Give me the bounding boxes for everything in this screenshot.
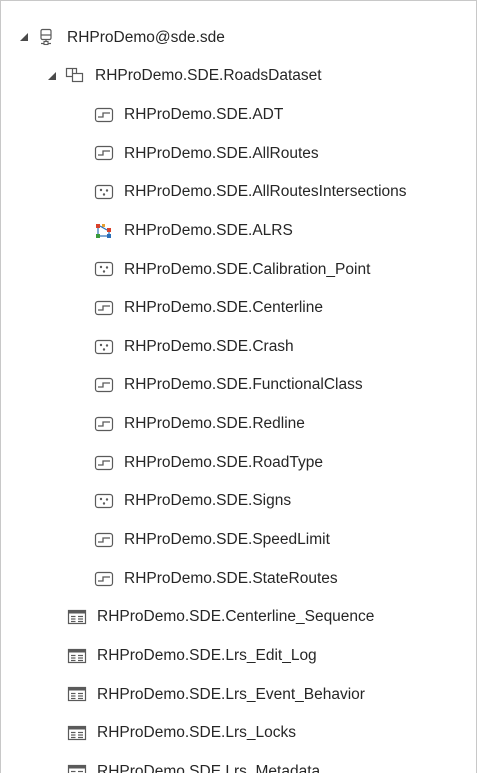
point-feature-class-icon [94, 260, 114, 278]
tree-node-database[interactable]: RHProDemo@sde.sde [1, 18, 476, 57]
tree-node-feature-class[interactable]: RHProDemo.SDE.Centerline [1, 289, 476, 328]
tree-node-label: RHProDemo.SDE.FunctionalClass [124, 376, 363, 394]
catalog-tree: RHProDemo@sde.sde RHProDemo.SDE.RoadsDat… [1, 18, 476, 773]
feature-dataset-icon [65, 67, 85, 85]
line-feature-class-icon [94, 454, 114, 472]
collapse-triangle-icon[interactable] [19, 32, 29, 42]
tree-node-feature-class[interactable]: RHProDemo.SDE.ALRS [1, 211, 476, 250]
tree-node-label: RHProDemo.SDE.StateRoutes [124, 569, 338, 587]
tree-node-label: RHProDemo.SDE.Centerline [124, 299, 323, 317]
table-icon [67, 724, 87, 742]
tree-node-label: RHProDemo.SDE.Lrs_Event_Behavior [97, 685, 365, 703]
line-feature-class-icon [94, 570, 114, 588]
tree-node-feature-class[interactable]: RHProDemo.SDE.Calibration_Point [1, 250, 476, 289]
tree-node-table[interactable]: RHProDemo.SDE.Lrs_Edit_Log [1, 637, 476, 676]
catalog-tree-panel: RHProDemo@sde.sde RHProDemo.SDE.RoadsDat… [0, 0, 477, 773]
tree-node-label: RHProDemo.SDE.RoadType [124, 453, 323, 471]
tree-node-label: RHProDemo.SDE.AllRoutesIntersections [124, 183, 407, 201]
tree-node-label: RHProDemo.SDE.ADT [124, 105, 284, 123]
tree-node-label: RHProDemo.SDE.Lrs_Metadata [97, 763, 321, 773]
line-feature-class-icon [94, 144, 114, 162]
point-feature-class-icon [94, 492, 114, 510]
table-icon [67, 763, 87, 773]
tree-node-label: RHProDemo.SDE.SpeedLimit [124, 531, 330, 549]
tree-node-label: RHProDemo.SDE.RoadsDataset [95, 67, 322, 85]
tree-node-feature-class[interactable]: RHProDemo.SDE.StateRoutes [1, 559, 476, 598]
line-feature-class-icon [94, 531, 114, 549]
database-icon [37, 28, 57, 46]
tree-node-label: RHProDemo.SDE.Centerline_Sequence [97, 608, 375, 626]
tree-node-label: RHProDemo.SDE.Lrs_Edit_Log [97, 647, 317, 665]
tree-node-table[interactable]: RHProDemo.SDE.Centerline_Sequence [1, 598, 476, 637]
tree-node-label: RHProDemo@sde.sde [67, 28, 225, 46]
tree-node-feature-class[interactable]: RHProDemo.SDE.ADT [1, 95, 476, 134]
line-feature-class-icon [94, 299, 114, 317]
table-icon [67, 685, 87, 703]
tree-node-feature-dataset[interactable]: RHProDemo.SDE.RoadsDataset [1, 57, 476, 96]
tree-node-table[interactable]: RHProDemo.SDE.Lrs_Event_Behavior [1, 675, 476, 714]
tree-node-label: RHProDemo.SDE.Calibration_Point [124, 260, 371, 278]
tree-node-feature-class[interactable]: RHProDemo.SDE.AllRoutes [1, 134, 476, 173]
tree-node-feature-class[interactable]: RHProDemo.SDE.Redline [1, 405, 476, 444]
tree-node-feature-class[interactable]: RHProDemo.SDE.AllRoutesIntersections [1, 173, 476, 212]
tree-node-table[interactable]: RHProDemo.SDE.Lrs_Locks [1, 714, 476, 753]
tree-node-feature-class[interactable]: RHProDemo.SDE.FunctionalClass [1, 366, 476, 405]
tree-node-label: RHProDemo.SDE.Lrs_Locks [97, 724, 296, 742]
tree-node-label: RHProDemo.SDE.Redline [124, 415, 305, 433]
tree-node-label: RHProDemo.SDE.Signs [124, 492, 292, 510]
lrs-network-icon [94, 222, 114, 240]
tree-node-feature-class[interactable]: RHProDemo.SDE.RoadType [1, 443, 476, 482]
line-feature-class-icon [94, 106, 114, 124]
tree-node-label: RHProDemo.SDE.Crash [124, 337, 294, 355]
tree-node-table[interactable]: RHProDemo.SDE.Lrs_Metadata [1, 752, 476, 773]
tree-node-feature-class[interactable]: RHProDemo.SDE.Signs [1, 482, 476, 521]
line-feature-class-icon [94, 415, 114, 433]
table-icon [67, 647, 87, 665]
tree-node-label: RHProDemo.SDE.AllRoutes [124, 144, 319, 162]
tree-node-label: RHProDemo.SDE.ALRS [124, 221, 293, 239]
line-feature-class-icon [94, 376, 114, 394]
tree-node-feature-class[interactable]: RHProDemo.SDE.SpeedLimit [1, 521, 476, 560]
collapse-triangle-icon[interactable] [47, 71, 57, 81]
point-feature-class-icon [94, 183, 114, 201]
table-icon [67, 608, 87, 626]
tree-node-feature-class[interactable]: RHProDemo.SDE.Crash [1, 327, 476, 366]
point-feature-class-icon [94, 338, 114, 356]
